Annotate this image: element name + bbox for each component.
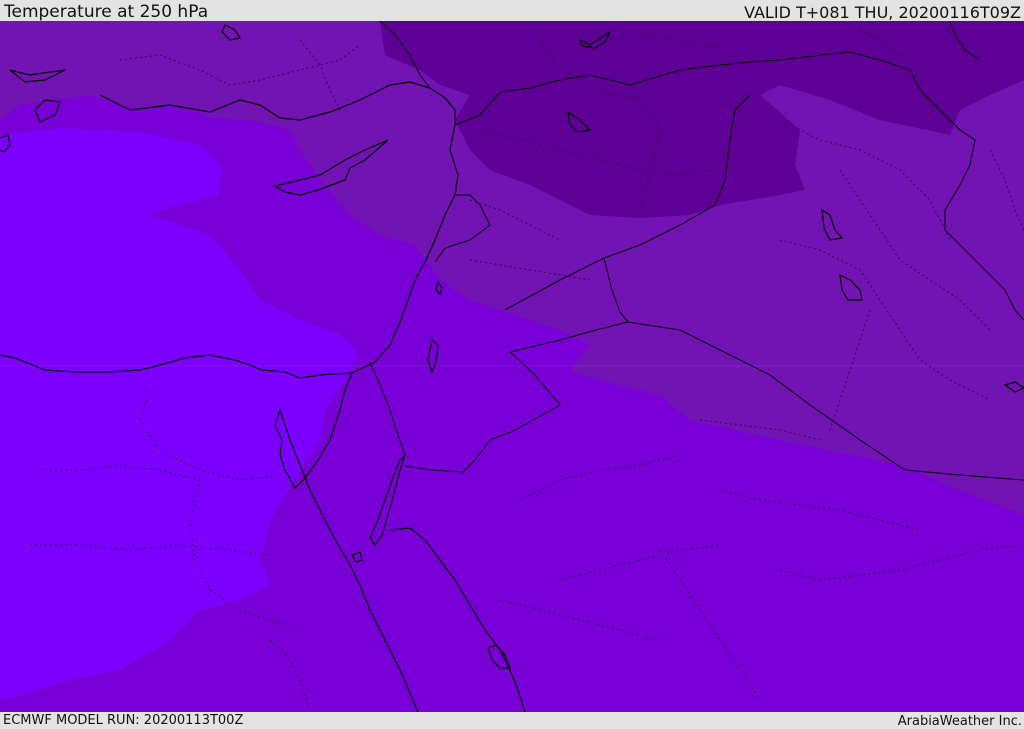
chart-title: Temperature at 250 hPa [4, 2, 209, 22]
map-canvas [0, 21, 1024, 712]
valid-time-label: VALID T+081 THU, 20200116T09Z [744, 3, 1021, 22]
credit-label: ArabiaWeather Inc. [897, 714, 1022, 729]
model-run-label: ECMWF MODEL RUN: 20200113T00Z [3, 713, 244, 728]
footer-bar: ECMWF MODEL RUN: 20200113T00Z ArabiaWeat… [0, 712, 1024, 729]
weather-map[interactable] [0, 21, 1024, 712]
header-bar: Temperature at 250 hPa VALID T+081 THU, … [0, 0, 1024, 22]
